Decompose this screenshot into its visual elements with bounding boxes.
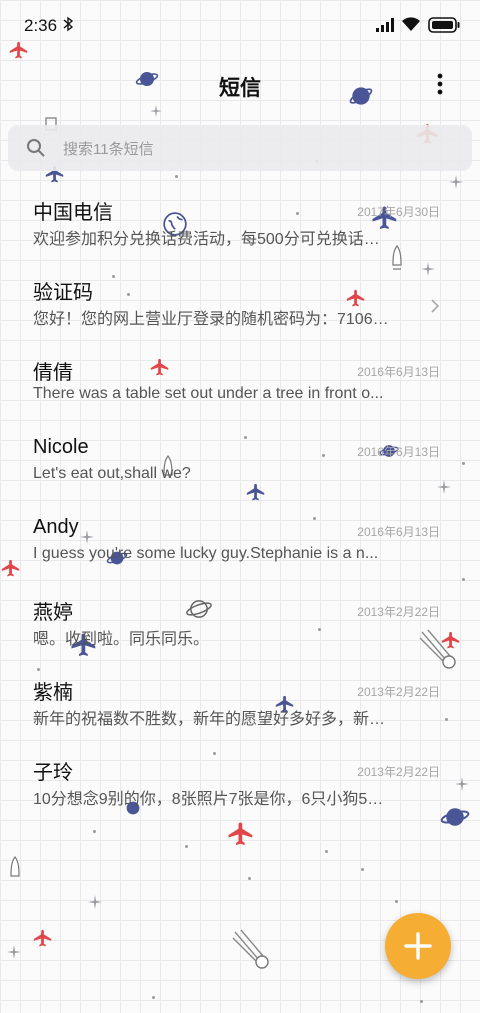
conversation-item[interactable]: 燕婷 2013年2月22日 嗯。收到啦。同乐同乐。 [0,596,480,674]
conversation-preview: Let's eat out,shall we? [33,465,191,482]
conversation-date: 2016年6月13日 [357,365,440,379]
conversation-preview: I guess you're some lucky guy.Stephanie … [33,545,379,562]
compose-button[interactable] [385,913,451,979]
conversation-name: 子玲 [33,762,73,784]
conversation-preview: 新年的祝福数不胜数，新年的愿望好多好多，新年... [33,711,393,728]
bluetooth-icon [63,16,73,32]
star-dot [420,1000,423,1003]
sparkle-icon [88,895,102,909]
conversation-item[interactable]: 中国电信 2017年6月30日 欢迎参加积分兑换话费活动，每500分可兑换话费.… [0,196,480,274]
conversation-date: 2017年6月30日 [357,205,440,219]
conversation-preview: There was a table set out under a tree i… [33,385,384,402]
conversation-item[interactable]: Andy 2016年6月13日 I guess you're some luck… [0,516,480,594]
conversation-item[interactable]: 倩倩 2016年6月13日 There was a table set out … [0,356,480,434]
conversation-item[interactable]: 紫楠 2013年2月22日 新年的祝福数不胜数，新年的愿望好多好多，新年... [0,676,480,754]
airplane-icon [33,929,52,947]
star-dot [175,175,178,178]
conversation-name: Andy [33,516,79,538]
conversation-preview: 欢迎参加积分兑换话费活动，每500分可兑换话费... [33,231,393,248]
star-dot [185,845,188,848]
conversation-name: 倩倩 [33,362,73,384]
page-title: 短信 [219,77,261,100]
conversation-preview: 10分想念9别的你，8张照片7张是你，6只小狗5只... [33,791,393,808]
chevron-right-icon [431,299,440,313]
star-dot [361,868,364,871]
sparkle-icon [449,175,463,189]
conversation-preview: 您好！您的网上营业厅登录的随机密码为：71067... [33,311,393,328]
conversation-date: 2013年2月22日 [357,605,440,619]
conversation-name: 燕婷 [33,602,73,624]
conversation-name: 中国电信 [33,202,113,224]
conversation-item[interactable]: Nicole 2016年6月13日 Let's eat out,shall we… [0,436,480,514]
more-vertical-icon[interactable] [432,70,448,100]
search-placeholder: 搜索11条短信 [63,141,154,158]
search-icon [27,139,45,157]
search-bar[interactable]: 搜索11条短信 [8,125,472,171]
status-time: 2:36 [24,16,58,35]
conversation-date: 2013年2月22日 [357,765,440,779]
conversation-name: 紫楠 [33,682,73,704]
sparkle-icon [150,105,162,117]
star-dot [248,877,251,880]
conversation-date: 2016年6月13日 [357,445,440,459]
status-bar: 2:36 [0,0,480,52]
app-header: 短信 [0,62,480,106]
conversation-item[interactable]: 子玲 2013年2月22日 10分想念9别的你，8张照片7张是你，6只小狗5只.… [0,756,480,834]
conversation-date: 2016年6月13日 [357,525,440,539]
conversation-item[interactable]: 验证码 您好！您的网上营业厅登录的随机密码为：71067... [0,276,480,354]
conversation-preview: 嗯。收到啦。同乐同乐。 [33,631,210,648]
battery-icon [428,17,460,33]
comet-icon [232,929,269,969]
conversation-date: 2013年2月22日 [357,685,440,699]
plus-icon [404,932,432,960]
cellular-signal-icon [376,18,394,32]
sparkle-icon [7,945,21,959]
conversation-name: 验证码 [33,282,93,304]
wifi-icon [402,17,420,31]
star-dot [152,996,155,999]
conversation-name: Nicole [33,436,89,458]
rocket-icon [10,856,20,877]
star-dot [325,850,328,853]
star-dot [395,900,398,903]
